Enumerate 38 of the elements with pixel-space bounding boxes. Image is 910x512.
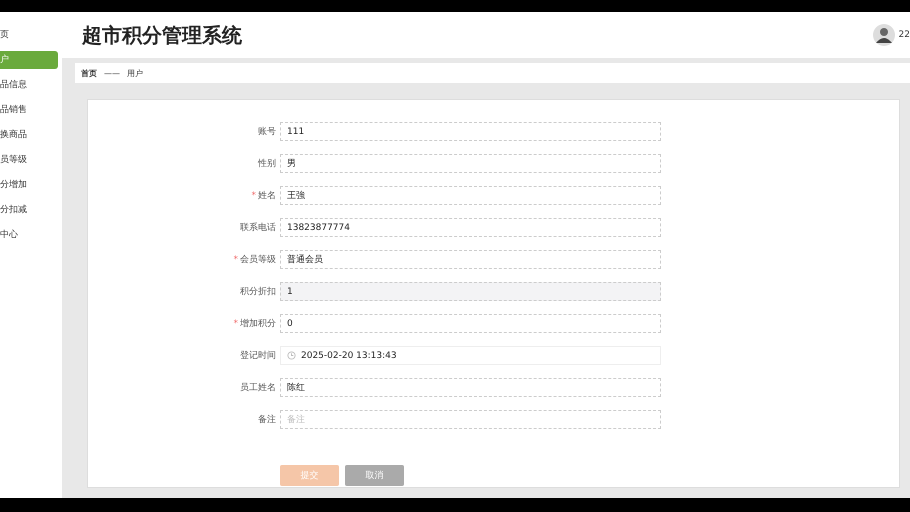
input-field[interactable]: 陈红: [280, 378, 661, 397]
sidebar-item[interactable]: 分扣减: [0, 201, 58, 219]
sidebar-item[interactable]: 页: [0, 26, 58, 44]
input-field[interactable]: 王強: [280, 186, 661, 205]
username[interactable]: 22: [898, 30, 910, 40]
app-title: 超市积分管理系统: [82, 22, 242, 48]
required-mark: *: [234, 255, 238, 265]
sidebar-item[interactable]: 员等级: [0, 151, 58, 169]
required-mark: *: [234, 319, 238, 329]
field-label: 会员等级: [240, 255, 276, 265]
breadcrumb-link[interactable]: 首页: [81, 68, 97, 78]
input-field[interactable]: 111: [280, 122, 661, 141]
sidebar-item[interactable]: 品信息: [0, 76, 58, 94]
field-label: 积分折扣: [240, 287, 276, 297]
breadcrumb-link[interactable]: 用户: [127, 68, 143, 78]
field-label: 员工姓名: [240, 383, 276, 393]
sidebar-item[interactable]: 中心: [0, 226, 58, 244]
clock-icon: [287, 351, 296, 360]
input-field[interactable]: 男: [280, 154, 661, 173]
field-label: 性别: [258, 159, 276, 169]
required-mark: *: [252, 191, 256, 201]
input-field[interactable]: 13823877774: [280, 218, 661, 237]
field-label: 备注: [258, 415, 276, 425]
input-field[interactable]: 备注: [280, 410, 661, 429]
field-label: 联系电话: [240, 223, 276, 233]
input-field[interactable]: 0: [280, 314, 661, 333]
sidebar-item[interactable]: 品销售: [0, 101, 58, 119]
input-field[interactable]: 普通会员: [280, 250, 661, 269]
sidebar-item[interactable]: 换商品: [0, 126, 58, 144]
field-label: 登记时间: [240, 351, 276, 361]
date-field[interactable]: 2025-02-20 13:13:43: [280, 346, 661, 365]
field-label: 账号: [258, 127, 276, 137]
avatar-icon[interactable]: [872, 24, 895, 46]
sidebar-item[interactable]: 分增加: [0, 176, 58, 194]
field-label: 姓名: [258, 191, 276, 201]
input-field[interactable]: 1: [280, 282, 661, 301]
field-label: 增加积分: [240, 319, 276, 329]
breadcrumb-separator: ——: [104, 68, 120, 78]
